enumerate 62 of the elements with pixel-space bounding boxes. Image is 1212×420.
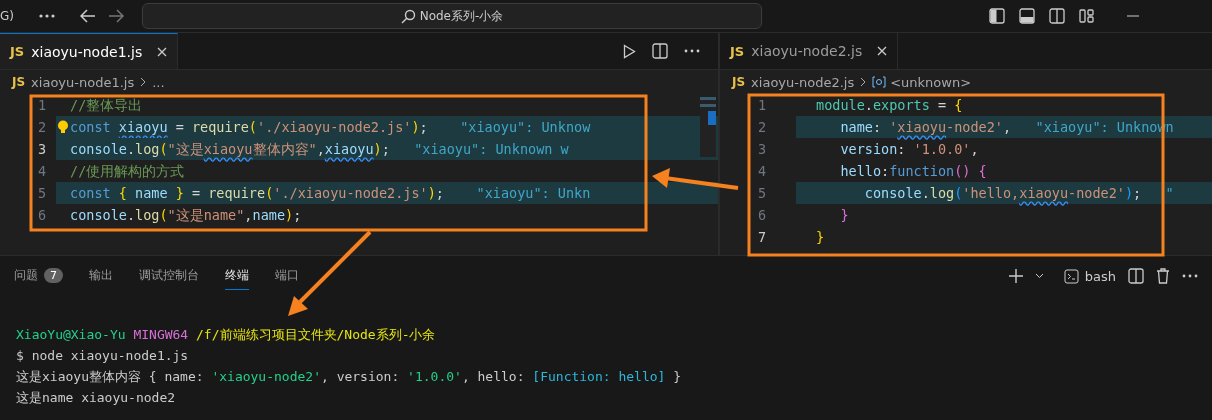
line-number: 6 [757, 207, 768, 223]
code-line: //使用解构的方式 [69, 162, 186, 181]
add-icon[interactable] [1008, 269, 1023, 283]
chevron-icon [140, 77, 147, 87]
code-line: hello:function() { [839, 162, 988, 181]
line-number: 4 [37, 163, 48, 179]
line-number: 7 [757, 229, 768, 245]
editor-tab[interactable]: JS xiaoyu-node1.js [0, 33, 179, 69]
close-icon[interactable] [157, 46, 168, 57]
chevron-down-icon[interactable] [1034, 273, 1044, 279]
line-number: 1 [757, 97, 768, 113]
terminal-line: 这是name xiaoyu-node2 [16, 389, 176, 407]
trash-icon[interactable] [1156, 268, 1170, 284]
line-number: 2 [757, 119, 768, 135]
code-line: } [815, 228, 826, 247]
line-number: 2 [37, 119, 48, 135]
close-icon[interactable] [877, 46, 888, 56]
breadcrumb-item[interactable]: JS xiaoyu-node1.js [12, 74, 135, 90]
line-number: 5 [757, 185, 768, 201]
symbol-icon [872, 76, 887, 88]
run-icon[interactable] [623, 43, 636, 59]
back-arrow-icon[interactable] [80, 9, 96, 23]
menu-label[interactable]: G) [0, 9, 30, 23]
terminal-line: 这是xiaoyu整体内容 { name: 'xiaoyu-node2', version: '1.0.0', hello: [Function: hello] } [16, 368, 682, 386]
forward-arrow-icon[interactable] [108, 9, 124, 23]
minimap[interactable] [700, 97, 716, 157]
line-number: 6 [37, 207, 48, 223]
toggle-panel-icon[interactable] [1019, 8, 1035, 24]
terminal-line: $ node xiaoyu-node1.js [16, 347, 189, 365]
code-line: module.exports = { [815, 96, 964, 115]
panel-tab[interactable]: 输出 [89, 262, 113, 289]
split-editor-icon[interactable] [652, 43, 668, 59]
customize-layout-icon[interactable] [1079, 8, 1095, 24]
more-icon[interactable] [38, 13, 56, 19]
line-number: 1 [37, 97, 48, 113]
code-line: console.log("这是name",name); [69, 206, 303, 225]
breadcrumb-item[interactable]: <unknown> [872, 74, 972, 90]
panel-tab[interactable]: 端口 [275, 262, 299, 289]
lightbulb-icon[interactable] [57, 120, 69, 134]
terminal-shell-button[interactable]: bash [1063, 268, 1116, 284]
split-terminal-icon[interactable] [1128, 268, 1144, 284]
panel-tab[interactable]: 终端 [225, 262, 249, 290]
command-search-field[interactable]: Node系列-小余 [142, 3, 762, 29]
line-number: 3 [757, 141, 768, 157]
line-number: 4 [757, 163, 768, 179]
chevron-icon [860, 77, 867, 87]
line-number: 3 [37, 141, 48, 157]
toggle-sidebar-icon[interactable] [989, 8, 1005, 24]
code-line: } [839, 206, 850, 225]
more-icon[interactable] [1182, 274, 1198, 278]
panel-tab[interactable]: 问题 7 [14, 262, 63, 289]
search-icon [400, 8, 416, 24]
panel-tab[interactable]: 调试控制台 [139, 262, 199, 289]
code-line: //整体导出 [69, 96, 144, 115]
terminal-line: XiaoYu@Xiao-Yu MINGW64 /f/前端练习项目文件夹/Node系列-小余 [16, 326, 436, 344]
code-line: version: '1.0.0', [839, 140, 980, 159]
breadcrumb-more[interactable]: ... [152, 74, 165, 90]
split-layout-icon[interactable] [1049, 8, 1065, 24]
breadcrumb-item[interactable]: JS xiaoyu-node2.js [732, 74, 855, 90]
terminal-icon [1063, 268, 1079, 284]
line-number: 5 [37, 185, 48, 201]
more-icon[interactable] [684, 49, 700, 53]
